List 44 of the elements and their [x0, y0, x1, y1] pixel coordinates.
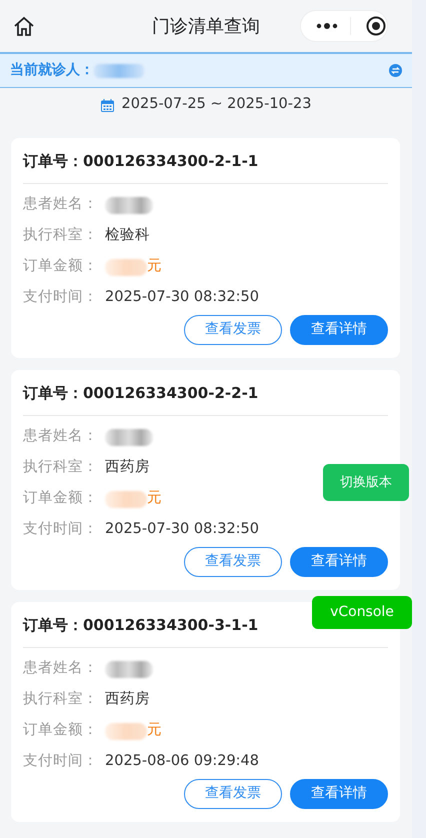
currency-unit: 元	[147, 721, 162, 740]
field-label: 执行科室：	[23, 226, 99, 246]
switch-version-button[interactable]: 切换版本	[323, 464, 409, 501]
more-icon[interactable]	[316, 23, 338, 29]
field-label: 患者姓名：	[23, 195, 99, 214]
date-range[interactable]: 2025-07-25 ~ 2025-10-23	[122, 94, 312, 116]
details-button[interactable]: 查看详情	[290, 778, 388, 808]
patient-bar[interactable]: 当前就诊人：	[0, 52, 412, 88]
redacted-name	[105, 428, 153, 446]
calendar-icon[interactable]	[100, 98, 114, 112]
field-value: 2025-08-06 09:29:48	[105, 752, 259, 772]
invoice-button[interactable]: 查看发票	[184, 314, 282, 344]
details-button[interactable]: 查看详情	[290, 546, 388, 576]
redacted-amount	[105, 722, 147, 740]
field-value: 西药房	[105, 458, 150, 478]
redacted-amount	[105, 490, 147, 508]
field-value: 检验科	[105, 226, 150, 246]
invoice-button[interactable]: 查看发票	[184, 546, 282, 576]
field-label: 订单金额：	[23, 488, 99, 508]
details-button[interactable]: 查看详情	[290, 314, 388, 344]
currency-unit: 元	[147, 489, 162, 508]
order-number: 订单号：000126334300-2-1-1	[23, 148, 388, 184]
page-title: 门诊清单查询	[152, 14, 260, 38]
field-label: 订单金额：	[23, 720, 99, 740]
redacted-name	[105, 660, 153, 678]
field-label: 支付时间：	[23, 752, 99, 772]
field-value: 2025-07-30 08:32:50	[105, 520, 259, 540]
currency-unit: 元	[147, 257, 162, 276]
home-icon[interactable]	[13, 15, 35, 37]
redacted-amount	[105, 258, 147, 276]
field-value: 西药房	[105, 690, 150, 710]
field-label: 执行科室：	[23, 690, 99, 710]
invoice-button[interactable]: 查看发票	[184, 778, 282, 808]
switch-icon[interactable]	[389, 64, 402, 77]
field-value: 2025-07-30 08:32:50	[105, 288, 259, 308]
field-label: 患者姓名：	[23, 659, 99, 678]
field-label: 患者姓名：	[23, 427, 99, 446]
field-label: 支付时间：	[23, 520, 99, 540]
field-label: 支付时间：	[23, 288, 99, 308]
order-number: 订单号：000126334300-2-2-1	[23, 380, 388, 416]
field-label: 订单金额：	[23, 256, 99, 276]
redacted-name	[105, 196, 153, 214]
field-label: 执行科室：	[23, 458, 99, 478]
patient-label: 当前就诊人：	[10, 61, 94, 80]
